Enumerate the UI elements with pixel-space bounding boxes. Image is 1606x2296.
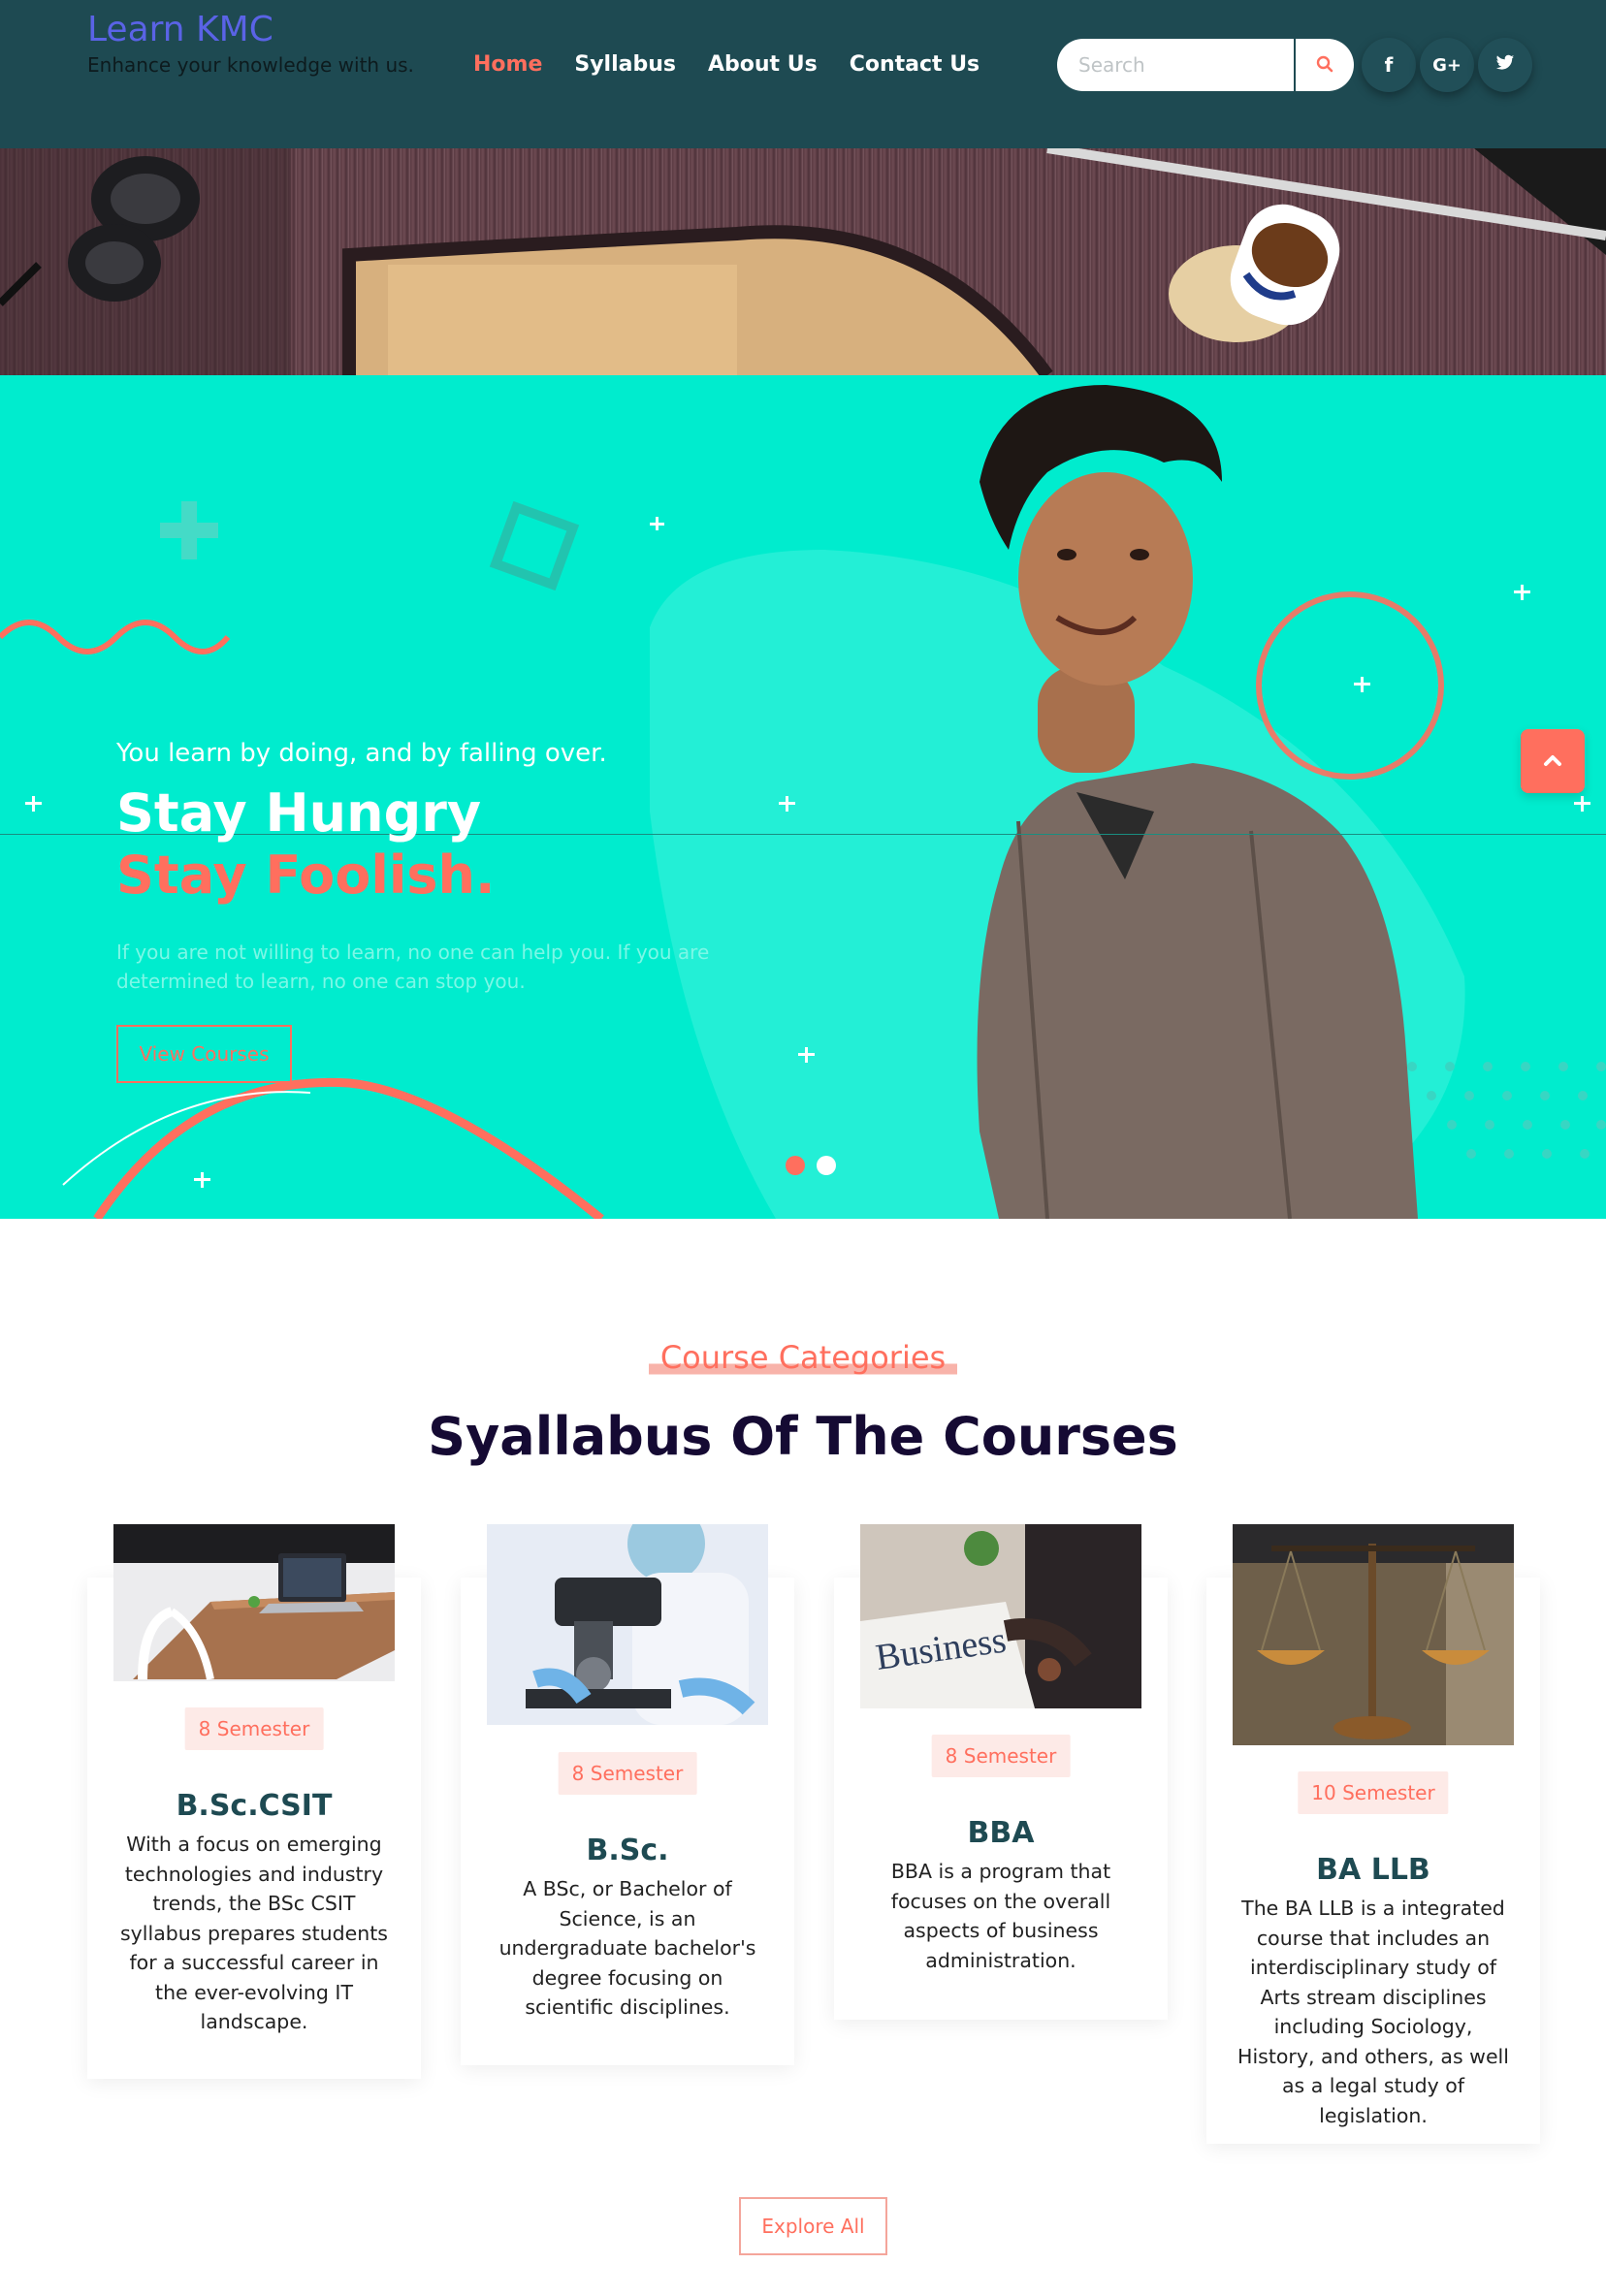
- twitter-button[interactable]: [1478, 38, 1532, 92]
- business-newspaper-image: Business: [860, 1524, 1141, 1708]
- search-button[interactable]: [1294, 39, 1354, 91]
- course-description: BBA is a program that focuses on the ove…: [890, 1860, 1111, 1972]
- facebook-button[interactable]: f: [1362, 38, 1416, 92]
- course-card-bsc-csit[interactable]: 8 Semester B.Sc.CSIT With a focus on eme…: [87, 1524, 421, 2079]
- course-card-ba-llb[interactable]: 10 Semester BA LLB The BA LLB is a integ…: [1206, 1524, 1540, 2144]
- course-description: With a focus on emerging technologies an…: [120, 1833, 388, 2033]
- facebook-icon: f: [1384, 53, 1394, 77]
- course-categories-label: Course Categories: [648, 1336, 958, 1379]
- course-description: A BSc, or Bachelor of Science, is an und…: [498, 1877, 756, 2019]
- hero-heading-line1: Stay Hungry: [116, 782, 482, 844]
- semester-badge: 8 Semester: [931, 1735, 1071, 1777]
- slider-dot-2[interactable]: [817, 1156, 836, 1175]
- hero-description: If you are not willing to learn, no one …: [116, 941, 710, 993]
- slider-dots: [786, 1156, 836, 1175]
- search-form: [1057, 39, 1354, 91]
- nav-syllabus[interactable]: Syllabus: [574, 47, 676, 83]
- justice-scales-image: [1233, 1524, 1514, 1745]
- view-courses-button[interactable]: View Courses: [116, 1025, 292, 1083]
- microscope-image: [487, 1524, 768, 1725]
- desk-banner-image: [0, 148, 1606, 375]
- slider-dot-1[interactable]: [786, 1156, 805, 1175]
- hero-slider: You learn by doing, and by falling over.…: [0, 375, 1606, 1219]
- site-header: Learn KMC Enhance your knowledge with us…: [0, 0, 1606, 148]
- course-description: The BA LLB is a integrated course that i…: [1237, 1897, 1509, 2127]
- twitter-icon: [1495, 53, 1515, 77]
- hero-tagline: You learn by doing, and by falling over.: [116, 739, 607, 768]
- course-card-bsc[interactable]: 8 Semester B.Sc. A BSc, or Bachelor of S…: [461, 1524, 794, 2065]
- semester-badge: 8 Semester: [558, 1752, 697, 1795]
- chevron-up-icon: [1543, 752, 1562, 771]
- search-input[interactable]: [1057, 39, 1294, 91]
- nav-home[interactable]: Home: [473, 47, 542, 83]
- main-nav: Home Syllabus About Us Contact Us: [473, 47, 980, 83]
- course-name[interactable]: B.Sc.CSIT: [87, 1789, 421, 1823]
- semester-badge: 10 Semester: [1298, 1771, 1449, 1814]
- section-subtitle: Course Categories: [0, 1336, 1606, 1379]
- nav-about-us[interactable]: About Us: [708, 47, 818, 83]
- explore-all-button[interactable]: Explore All: [739, 2197, 887, 2255]
- social-links: f G+: [1362, 38, 1532, 92]
- course-name[interactable]: BBA: [834, 1816, 1168, 1850]
- semester-badge: 8 Semester: [184, 1707, 324, 1750]
- google-plus-button[interactable]: G+: [1420, 38, 1474, 92]
- hero-heading-line2: Stay Foolish.: [116, 845, 496, 906]
- nav-contact-us[interactable]: Contact Us: [850, 47, 980, 83]
- brand[interactable]: Learn KMC Enhance your knowledge with us…: [87, 10, 417, 80]
- laptop-desk-image: [113, 1524, 395, 1681]
- section-title: Syallabus Of The Courses: [428, 1406, 1178, 1467]
- search-icon: [1316, 55, 1333, 76]
- course-name[interactable]: BA LLB: [1206, 1853, 1540, 1887]
- brand-title[interactable]: Learn KMC: [87, 10, 417, 50]
- brand-tagline: Enhance your knowledge with us.: [87, 53, 414, 77]
- course-name[interactable]: B.Sc.: [461, 1834, 794, 1867]
- scroll-top-button[interactable]: [1521, 729, 1585, 793]
- google-plus-icon: G+: [1432, 54, 1461, 76]
- course-card-bba[interactable]: Business 8 Semester BBA BBA is a program…: [834, 1524, 1168, 2020]
